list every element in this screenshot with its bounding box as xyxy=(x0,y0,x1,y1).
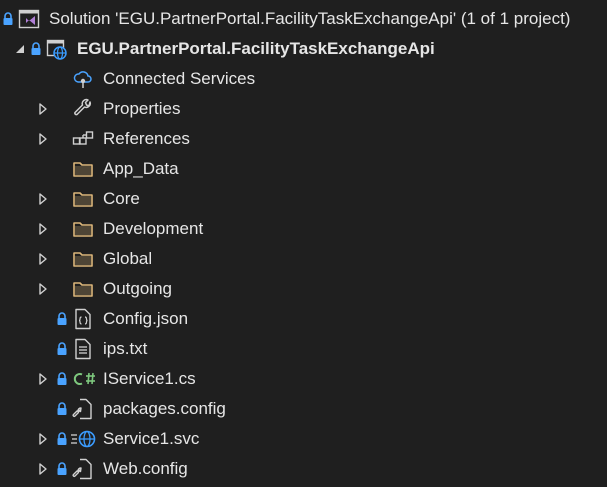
tree-row-global[interactable]: Global xyxy=(0,244,607,274)
lock-icon xyxy=(56,312,68,326)
wrench-icon xyxy=(72,98,94,120)
tree-row-properties[interactable]: Properties xyxy=(0,94,607,124)
item-label: Connected Services xyxy=(103,69,256,88)
tree-row-service1-svc[interactable]: Service1.svc xyxy=(0,424,607,454)
item-label: Global xyxy=(103,249,153,268)
tree-row-config-json[interactable]: Config.json xyxy=(0,304,607,334)
web-project-icon xyxy=(46,38,68,60)
collapsed-chevron-icon[interactable] xyxy=(36,132,50,146)
collapsed-chevron-icon[interactable] xyxy=(36,222,50,236)
folder-icon xyxy=(72,188,94,210)
config-file-icon xyxy=(72,458,94,480)
lock-icon xyxy=(56,372,68,386)
collapsed-chevron-icon[interactable] xyxy=(36,432,50,446)
item-label: Development xyxy=(103,219,204,238)
tree-row-references[interactable]: References xyxy=(0,124,607,154)
tree-row-project[interactable]: EGU.PartnerPortal.FacilityTaskExchangeAp… xyxy=(0,34,607,64)
lock-icon xyxy=(56,402,68,416)
config-file-icon xyxy=(72,398,94,420)
solution-label: Solution 'EGU.PartnerPortal.FacilityTask… xyxy=(49,9,571,28)
project-label: EGU.PartnerPortal.FacilityTaskExchangeAp… xyxy=(77,39,435,58)
collapsed-chevron-icon[interactable] xyxy=(36,192,50,206)
collapsed-chevron-icon[interactable] xyxy=(36,282,50,296)
item-label: References xyxy=(103,129,190,148)
lock-icon xyxy=(30,42,42,56)
tree-row-solution[interactable]: Solution 'EGU.PartnerPortal.FacilityTask… xyxy=(0,4,607,34)
collapsed-chevron-icon[interactable] xyxy=(36,252,50,266)
tree-row-outgoing[interactable]: Outgoing xyxy=(0,274,607,304)
visual-studio-solution-icon xyxy=(18,8,40,30)
item-label: Outgoing xyxy=(103,279,172,298)
item-label: IService1.cs xyxy=(103,369,196,388)
collapsed-chevron-icon[interactable] xyxy=(36,462,50,476)
tree-row-iservice1-cs[interactable]: IService1.cs xyxy=(0,364,607,394)
tree-row-web-config[interactable]: Web.config xyxy=(0,454,607,484)
item-label: Config.json xyxy=(103,309,189,328)
item-label: Web.config xyxy=(103,459,188,478)
web-service-globe-icon xyxy=(70,428,96,450)
tree-row-development[interactable]: Development xyxy=(0,214,607,244)
tree-row-app-data[interactable]: App_Data xyxy=(0,154,607,184)
json-file-icon xyxy=(72,308,94,330)
folder-icon xyxy=(72,248,94,270)
folder-icon xyxy=(72,278,94,300)
item-label: packages.config xyxy=(103,399,226,418)
item-label: App_Data xyxy=(103,159,179,178)
lock-icon xyxy=(56,462,68,476)
lock-icon xyxy=(56,342,68,356)
item-label: Properties xyxy=(103,99,181,118)
tree-row-connected-services[interactable]: Connected Services xyxy=(0,64,607,94)
lock-icon xyxy=(2,12,14,26)
solution-explorer-tree: Solution 'EGU.PartnerPortal.FacilityTask… xyxy=(0,0,607,487)
csharp-file-icon xyxy=(71,368,97,390)
connected-services-icon xyxy=(72,68,94,90)
item-label: Core xyxy=(103,189,140,208)
references-icon xyxy=(72,128,94,150)
tree-row-ips-txt[interactable]: ips.txt xyxy=(0,334,607,364)
tree-row-core[interactable]: Core xyxy=(0,184,607,214)
text-file-icon xyxy=(72,338,94,360)
collapsed-chevron-icon[interactable] xyxy=(36,102,50,116)
tree-row-packages-config[interactable]: packages.config xyxy=(0,394,607,424)
folder-icon xyxy=(72,158,94,180)
folder-icon xyxy=(72,218,94,240)
item-label: Service1.svc xyxy=(103,429,200,448)
collapsed-chevron-icon[interactable] xyxy=(36,372,50,386)
lock-icon xyxy=(56,432,68,446)
item-label: ips.txt xyxy=(103,339,148,358)
expanded-triangle-icon[interactable] xyxy=(14,43,26,55)
